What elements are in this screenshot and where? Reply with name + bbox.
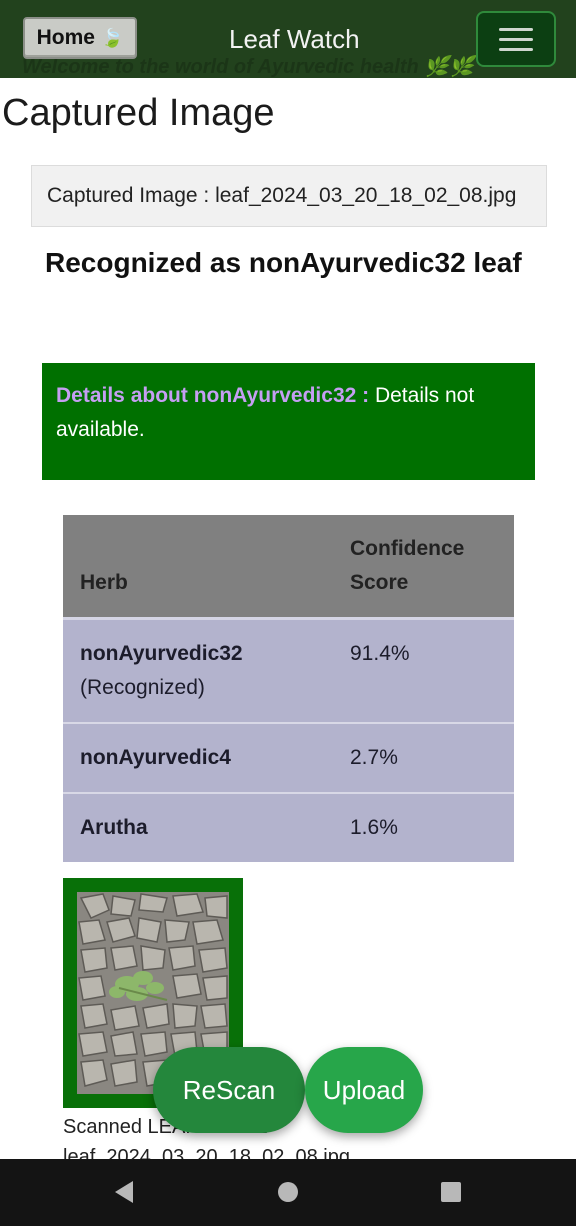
hamburger-menu-button[interactable] — [476, 11, 556, 67]
captured-file-label: Captured Image : leaf_2024_03_20_18_02_0… — [31, 165, 547, 227]
confidence-table: Herb Confidence Score nonAyurvedic32 (Re… — [63, 515, 514, 862]
herb-name: nonAyurvedic4 — [80, 746, 231, 769]
herb-name: Arutha — [80, 816, 148, 839]
back-icon[interactable] — [115, 1181, 133, 1203]
table-row: Arutha 1.6% — [63, 793, 514, 862]
upload-button[interactable]: Upload — [305, 1047, 423, 1133]
column-header-herb: Herb — [63, 515, 333, 620]
table-header-row: Herb Confidence Score — [63, 515, 514, 620]
table-row: nonAyurvedic4 2.7% — [63, 723, 514, 794]
herb-cell: nonAyurvedic4 — [63, 723, 333, 794]
recognition-result: Recognized as nonAyurvedic32 leaf — [45, 247, 522, 278]
column-header-confidence: Confidence Score — [333, 515, 514, 620]
herb-note: (Recognized) — [80, 676, 205, 699]
system-navigation-bar — [0, 1159, 576, 1226]
menu-bar — [499, 47, 533, 51]
details-box: Details about nonAyurvedic32 : Details n… — [42, 363, 535, 480]
home-circle-icon[interactable] — [278, 1182, 298, 1202]
score-cell: 2.7% — [333, 723, 514, 794]
recent-apps-icon[interactable] — [441, 1182, 461, 1202]
home-button-label: Home — [36, 26, 95, 49]
page-title: Captured Image — [2, 92, 275, 134]
brand-title: Leaf Watch — [229, 24, 360, 54]
home-button[interactable]: Home 🍃 — [23, 17, 137, 59]
herb-name: nonAyurvedic32 — [80, 642, 243, 665]
menu-bar — [499, 37, 533, 41]
top-navbar: Welcome to the world of Ayurvedic health… — [0, 0, 576, 78]
herb-cell: Arutha — [63, 793, 333, 862]
score-cell: 91.4% — [333, 618, 514, 724]
leaf-icon: 🍃 — [100, 27, 124, 48]
details-label: Details about nonAyurvedic32 : — [56, 384, 370, 407]
score-cell: 1.6% — [333, 793, 514, 862]
table-row: nonAyurvedic32 (Recognized) 91.4% — [63, 618, 514, 724]
rescan-button[interactable]: ReScan — [153, 1047, 305, 1133]
herb-cell: nonAyurvedic32 (Recognized) — [63, 618, 333, 724]
menu-bar — [499, 27, 533, 31]
